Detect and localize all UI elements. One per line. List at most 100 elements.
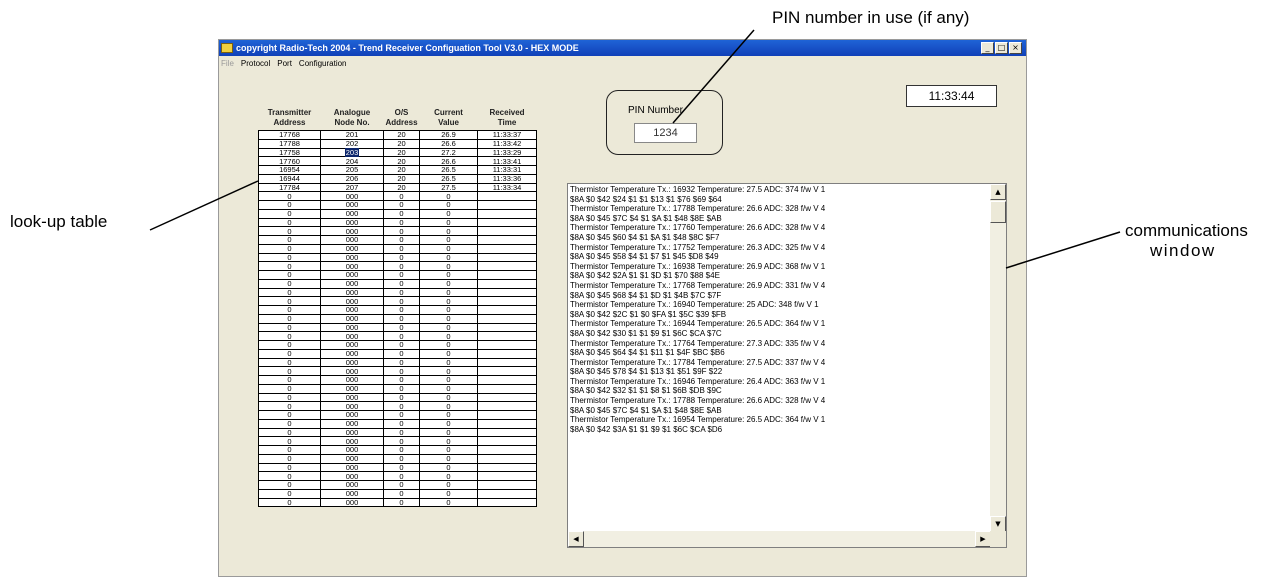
table-cell[interactable]: 0 — [419, 410, 479, 420]
table-cell[interactable]: 0 — [419, 392, 479, 403]
table-cell[interactable]: 000 — [320, 208, 384, 219]
table-cell[interactable] — [477, 261, 538, 271]
table-cell[interactable] — [477, 410, 538, 420]
table-cell[interactable]: 000 — [320, 270, 384, 280]
table-cell[interactable]: 11:33:36 — [477, 173, 538, 184]
table-cell[interactable]: 000 — [320, 252, 384, 263]
table-cell[interactable]: 0 — [419, 488, 479, 499]
table-cell[interactable]: 0 — [419, 427, 479, 438]
table-cell[interactable]: 000 — [320, 410, 384, 420]
table-cell[interactable]: 000 — [320, 322, 384, 333]
table-cell[interactable]: 000 — [320, 366, 384, 376]
table-cell[interactable]: 0 — [419, 217, 479, 228]
table-cell[interactable]: 0 — [258, 480, 321, 490]
table-cell[interactable]: 0 — [419, 322, 479, 333]
table-cell[interactable] — [477, 375, 538, 385]
table-cell[interactable]: 27.5 — [419, 182, 479, 193]
table-cell[interactable]: 0 — [258, 305, 321, 315]
table-cell[interactable] — [477, 348, 538, 359]
table-cell[interactable]: 203 — [320, 147, 384, 158]
table-cell[interactable]: 11:33:42 — [477, 138, 538, 149]
table-cell[interactable]: 0 — [419, 261, 479, 271]
table-cell[interactable]: 0 — [382, 252, 421, 263]
table-cell[interactable]: 20 — [382, 130, 421, 140]
table-cell[interactable]: 202 — [320, 138, 384, 149]
table-cell[interactable]: 20 — [382, 147, 421, 158]
table-cell[interactable]: 201 — [320, 130, 384, 140]
menu-file[interactable]: File — [221, 59, 234, 68]
table-cell[interactable]: 0 — [382, 357, 421, 368]
horizontal-scrollbar[interactable]: ◀ ▶ — [568, 531, 991, 547]
table-cell[interactable] — [477, 208, 538, 219]
table-cell[interactable]: 000 — [320, 348, 384, 359]
table-cell[interactable] — [477, 366, 538, 376]
table-cell[interactable]: 0 — [258, 436, 321, 446]
table-cell[interactable]: 0 — [258, 357, 321, 368]
maximize-button[interactable]: □ — [995, 42, 1008, 54]
table-cell[interactable]: 26.6 — [419, 138, 479, 149]
menu-protocol[interactable]: Protocol — [241, 59, 270, 68]
table-cell[interactable]: 0 — [258, 453, 321, 464]
table-cell[interactable] — [477, 383, 538, 394]
table-cell[interactable]: 0 — [382, 261, 421, 271]
table-cell[interactable]: 0 — [419, 357, 479, 368]
table-cell[interactable]: 204 — [320, 156, 384, 166]
table-cell[interactable]: 17784 — [258, 182, 321, 193]
table-cell[interactable] — [477, 488, 538, 499]
table-cell[interactable]: 0 — [382, 436, 421, 446]
table-cell[interactable]: 0 — [258, 200, 321, 210]
table-cell[interactable]: 0 — [382, 453, 421, 464]
table-cell[interactable]: 0 — [419, 453, 479, 464]
table-cell[interactable]: 0 — [419, 436, 479, 446]
table-cell[interactable] — [477, 305, 538, 315]
table-cell[interactable]: 0 — [382, 331, 421, 341]
table-cell[interactable] — [477, 313, 538, 324]
table-cell[interactable]: 0 — [419, 471, 479, 481]
table-cell[interactable]: 0 — [419, 383, 479, 394]
table-cell[interactable]: 206 — [320, 173, 384, 184]
table-cell[interactable]: 0 — [382, 322, 421, 333]
table-cell[interactable]: 0 — [419, 375, 479, 385]
table-cell[interactable]: 0 — [419, 191, 479, 201]
table-cell[interactable]: 0 — [258, 287, 321, 298]
table-cell[interactable]: 0 — [258, 208, 321, 219]
table-cell[interactable]: 0 — [258, 462, 321, 473]
table-cell[interactable]: 11:33:37 — [477, 130, 538, 140]
table-cell[interactable]: 17758 — [258, 147, 321, 158]
table-cell[interactable]: 000 — [320, 497, 384, 508]
table-cell[interactable]: 0 — [258, 488, 321, 499]
table-cell[interactable]: 0 — [382, 191, 421, 201]
table-cell[interactable]: 0 — [419, 401, 479, 411]
table-cell[interactable] — [477, 480, 538, 490]
table-cell[interactable]: 0 — [419, 480, 479, 490]
table-cell[interactable]: 0 — [419, 200, 479, 210]
table-cell[interactable]: 0 — [382, 348, 421, 359]
table-cell[interactable]: 000 — [320, 191, 384, 201]
table-cell[interactable]: 0 — [258, 217, 321, 228]
table-cell[interactable]: 0 — [382, 497, 421, 508]
table-cell[interactable]: 0 — [419, 270, 479, 280]
table-cell[interactable]: 000 — [320, 453, 384, 464]
table-cell[interactable]: 0 — [419, 348, 479, 359]
table-cell[interactable]: 000 — [320, 427, 384, 438]
table-cell[interactable] — [477, 322, 538, 333]
table-cell[interactable]: 0 — [382, 471, 421, 481]
table-cell[interactable]: 20 — [382, 173, 421, 184]
table-cell[interactable]: 207 — [320, 182, 384, 193]
table-cell[interactable] — [477, 278, 538, 289]
table-cell[interactable]: 0 — [382, 296, 421, 306]
table-cell[interactable]: 0 — [382, 208, 421, 219]
table-cell[interactable] — [477, 392, 538, 403]
table-cell[interactable]: 0 — [258, 278, 321, 289]
table-cell[interactable]: 0 — [382, 392, 421, 403]
scroll-down-button[interactable]: ▼ — [990, 516, 1006, 532]
table-cell[interactable]: 26.5 — [419, 173, 479, 184]
table-cell[interactable]: 000 — [320, 392, 384, 403]
table-cell[interactable]: 20 — [382, 138, 421, 149]
table-cell[interactable]: 0 — [258, 235, 321, 245]
table-cell[interactable]: 0 — [419, 235, 479, 245]
table-cell[interactable]: 17760 — [258, 156, 321, 166]
table-cell[interactable]: 0 — [419, 331, 479, 341]
table-cell[interactable]: 000 — [320, 436, 384, 446]
table-cell[interactable]: 0 — [382, 401, 421, 411]
